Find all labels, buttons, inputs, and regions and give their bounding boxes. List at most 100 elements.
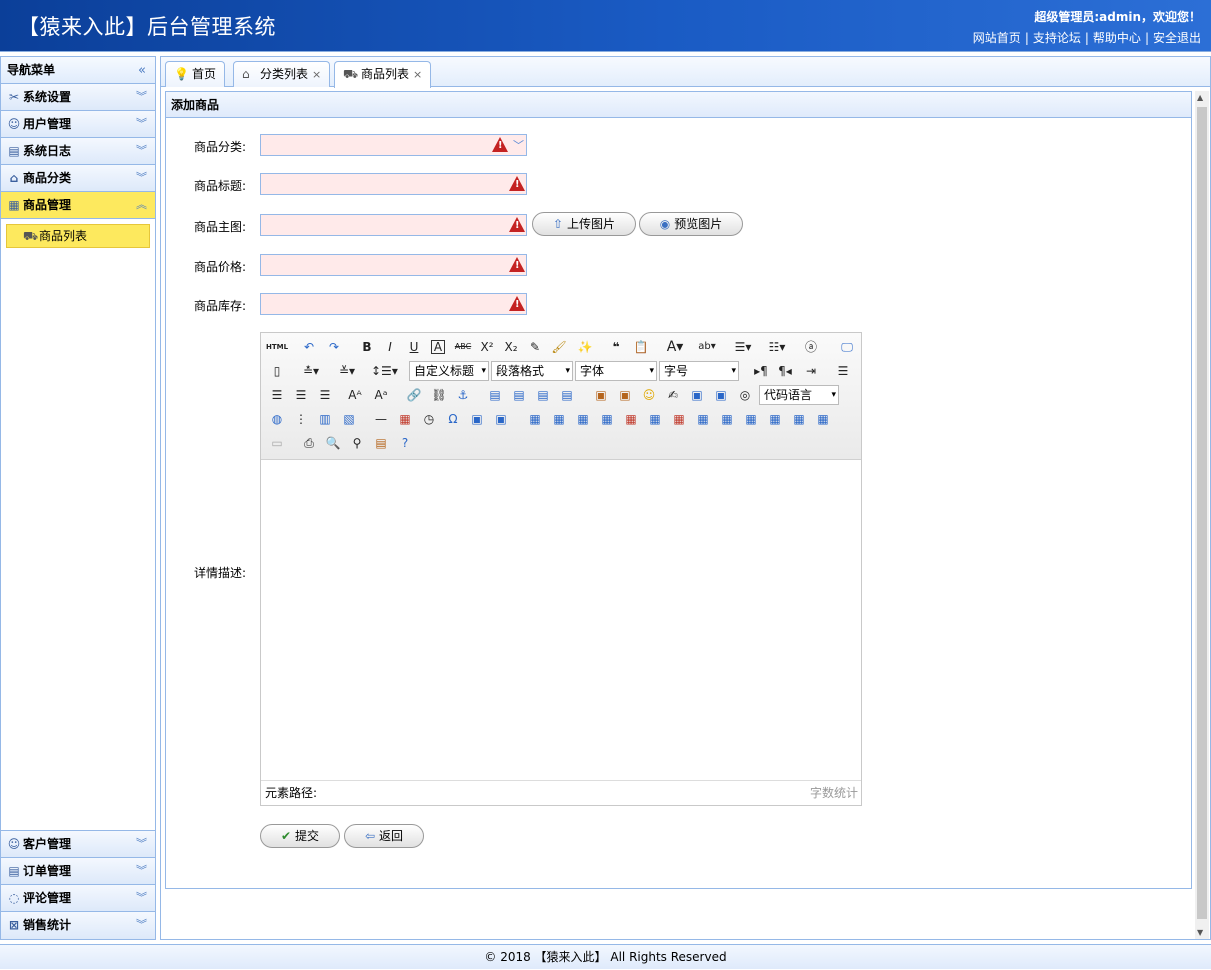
snapscreen-icon[interactable]: ▣ [467,409,487,429]
time-icon[interactable]: ◷ [419,409,439,429]
sidebar-subitem-goods-list[interactable]: ⛟商品列表 [6,224,150,248]
font-color-icon[interactable]: A▾ [665,337,685,357]
sidebar-item-logs[interactable]: ▤ 系统日志 ︾ [1,138,155,165]
sidebar-item-goods[interactable]: ▦ 商品管理 ︽ [1,192,155,219]
sidebar-item-sales[interactable]: ⊠ 销售统计 ︾ [1,912,155,939]
tab-category-list[interactable]: ⌂ 分类列表 × [233,61,331,87]
merge-right-icon[interactable]: ▦ [717,409,737,429]
lowercase-icon[interactable]: Aᵃ [371,385,391,405]
align-center-icon[interactable]: ☰ [267,385,287,405]
custom-title-select[interactable]: 自定义标题 ▾ [409,361,489,381]
upload-image-button[interactable]: ⇧ 上传图片 [532,212,636,236]
edit-tip-icon[interactable]: ▭ [267,433,287,453]
collapse-icon[interactable]: « [138,57,146,84]
sidebar-item-comments[interactable]: ◌ 评论管理 ︾ [1,885,155,912]
paste-text-icon[interactable]: 📋 [631,337,651,357]
insert-table-icon[interactable]: ▦ [525,409,545,429]
music-icon[interactable]: ▣ [711,385,731,405]
title-input[interactable] [260,173,527,195]
simple-upload-icon[interactable]: ▣ [591,385,611,405]
row-spacing-bottom-icon[interactable]: ≚▾ [337,361,357,381]
link-help[interactable]: 帮助中心 [1093,31,1141,45]
price-input[interactable] [260,254,527,276]
scrawl-icon[interactable]: ✍ [663,385,683,405]
unordered-list-icon[interactable]: ☷▾ [767,337,787,357]
align-left-icon[interactable]: ☰ [833,361,853,381]
tab-home[interactable]: 💡 首页 [165,61,226,87]
sidebar-item-orders[interactable]: ▤ 订单管理 ︾ [1,858,155,885]
redo-icon[interactable]: ↷ [324,337,344,357]
vertical-scrollbar[interactable]: ▲ ▼ [1195,91,1209,939]
link-home[interactable]: 网站首页 [973,31,1021,45]
tab-goods-list[interactable]: ⛟ 商品列表 × [334,61,432,88]
drafts-icon[interactable]: ▤ [371,433,391,453]
preview-icon[interactable]: 🖵 [837,337,857,357]
search-icon[interactable]: 🔍 [323,433,343,453]
superscript-icon[interactable]: X² [477,337,497,357]
link-icon[interactable]: 🔗 [404,385,424,405]
indent-icon[interactable]: ⇥ [801,361,821,381]
strikethrough-icon[interactable]: ABC [453,337,473,357]
font-size-select[interactable]: 字号 ▾ [659,361,739,381]
date-icon[interactable]: ▦ [395,409,415,429]
scrollbar-thumb[interactable] [1197,107,1207,919]
undo-icon[interactable]: ↶ [299,337,319,357]
stock-input[interactable] [260,293,527,315]
scroll-down-icon[interactable]: ▼ [1197,928,1203,937]
eraser-icon[interactable]: ✎ [525,337,545,357]
insert-image-icon[interactable]: ▣ [615,385,635,405]
underline-icon[interactable]: U [404,337,424,357]
clear-doc-icon[interactable]: ▯ [267,361,287,381]
select-all-icon[interactable]: ⓐ [801,337,821,357]
special-char-icon[interactable]: Ω [443,409,463,429]
image-input[interactable] [260,214,527,236]
insert-row-icon[interactable]: ▦ [597,409,617,429]
close-icon[interactable]: × [312,68,321,81]
format-brush-icon[interactable]: 🖌 [549,337,569,357]
attachment-icon[interactable]: ◎ [735,385,755,405]
rtl-icon[interactable]: ¶◂ [775,361,795,381]
sidebar-item-system-settings[interactable]: ✂ 系统设置 ︾ [1,84,155,111]
submit-button[interactable]: ✔ 提交 [260,824,340,848]
insert-col-icon[interactable]: ▦ [645,409,665,429]
background-icon[interactable]: ▧ [339,409,359,429]
image-none-icon[interactable]: ▤ [485,385,505,405]
merge-down-icon[interactable]: ▦ [741,409,761,429]
template-icon[interactable]: ▥ [315,409,335,429]
merge-cells-icon[interactable]: ▦ [693,409,713,429]
print-icon[interactable]: ⎙ [299,433,319,453]
html-source-button[interactable]: HTML [265,337,289,357]
anchor-icon[interactable]: ⚓ [453,385,473,405]
editor-content-area[interactable] [261,461,861,780]
insert-video-icon[interactable]: ▣ [687,385,707,405]
auto-format-icon[interactable]: ✨ [575,337,595,357]
sidebar-item-categories[interactable]: ⌂ 商品分类 ︾ [1,165,155,192]
image-left-icon[interactable]: ▤ [509,385,529,405]
split-cells-icon[interactable]: ▦ [765,409,785,429]
word-image-icon[interactable]: ▣ [491,409,511,429]
back-button[interactable]: ⇦ 返回 [344,824,424,848]
split-cols-icon[interactable]: ▦ [813,409,833,429]
ltr-icon[interactable]: ▸¶ [751,361,771,381]
subscript-icon[interactable]: X₂ [501,337,521,357]
unlink-icon[interactable]: ⛓ [429,385,449,405]
find-replace-icon[interactable]: ⚲ [347,433,367,453]
page-break-icon[interactable]: ⋮ [291,409,311,429]
font-family-select[interactable]: 字体 ▾ [575,361,657,381]
justify-icon[interactable]: ☰ [315,385,335,405]
scroll-up-icon[interactable]: ▲ [1197,93,1203,102]
delete-row-icon[interactable]: ▦ [621,409,641,429]
image-center-icon[interactable]: ▤ [557,385,577,405]
chevron-down-icon[interactable]: ﹀ [513,137,524,153]
italic-icon[interactable]: I [380,337,400,357]
paragraph-format-select[interactable]: 段落格式 ▾ [491,361,573,381]
highlight-icon[interactable]: ab▾ [697,337,717,357]
insert-paragraph-before-table-icon[interactable]: ▦ [573,409,593,429]
category-select[interactable]: ﹀ [260,134,527,156]
preview-image-button[interactable]: ◉ 预览图片 [639,212,743,236]
sidebar-item-users[interactable]: ☺ 用户管理 ︾ [1,111,155,138]
bold-icon[interactable]: B [357,337,377,357]
font-border-icon[interactable]: A [431,340,445,354]
close-icon[interactable]: × [413,68,422,81]
delete-col-icon[interactable]: ▦ [669,409,689,429]
